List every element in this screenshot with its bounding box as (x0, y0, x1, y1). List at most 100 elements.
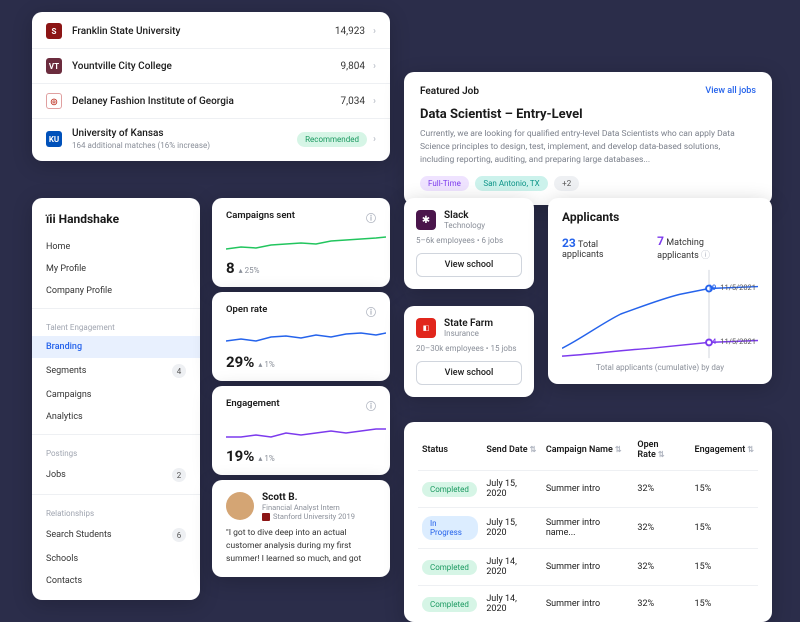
nav-group-label: Postings (32, 441, 200, 462)
sort-icon: ⇅ (615, 445, 622, 454)
cell-open: 32% (633, 549, 690, 586)
school-row[interactable]: KU University of Kansas 164 additional m… (32, 119, 390, 159)
info-icon[interactable]: ⓘ (701, 251, 710, 261)
view-all-jobs-link[interactable]: View all jobs (705, 86, 756, 97)
job-tag[interactable]: San Antonio, TX (475, 176, 547, 191)
school-row[interactable]: VT Yountville City College 9,804 › (32, 49, 390, 84)
col-campaign-name[interactable]: Campaign Name⇅ (542, 434, 634, 471)
nav-badge: 6 (172, 528, 186, 542)
school-row[interactable]: S Franklin State University 14,923 › (32, 14, 390, 49)
nav-schools[interactable]: Schools (32, 548, 200, 570)
school-logo: KU (46, 131, 62, 147)
stat-value: 29% (226, 353, 254, 371)
nav-my-profile[interactable]: My Profile (32, 258, 200, 280)
avatar (226, 492, 254, 520)
cell-date: July 14, 2020 (482, 549, 541, 586)
school-row[interactable]: ◎ Delaney Fashion Institute of Georgia 7… (32, 84, 390, 119)
featured-job-card: Featured Job View all jobs Data Scientis… (404, 72, 772, 205)
view-school-button[interactable]: View school (416, 253, 522, 277)
featured-label: Featured Job (420, 86, 479, 97)
cell-date: July 14, 2020 (482, 586, 541, 622)
table-row[interactable]: Completed July 14, 2020Summer intro32%15% (418, 549, 758, 586)
company-card-statefarm: ◧ State Farm Insurance 20–30k employees … (404, 306, 534, 397)
cell-date: July 15, 2020 (482, 508, 541, 549)
nav-group-label: Relationships (32, 501, 200, 522)
slack-logo: ✱ (416, 210, 436, 230)
matching-applicants-num: 7 (657, 234, 664, 248)
stat-engagement: Engagement ⓘ 19% 1% (212, 386, 390, 475)
company-meta: 5–6k employees • 6 jobs (416, 236, 522, 245)
stat-title: Campaigns sent (226, 210, 295, 225)
stat-title: Engagement (226, 398, 280, 413)
info-icon[interactable]: ⓘ (366, 210, 376, 225)
cell-eng: 15% (691, 549, 758, 586)
school-count: 7,034 (341, 96, 365, 107)
logo[interactable]: ïii Handshake (32, 212, 200, 236)
nav-company-profile[interactable]: Company Profile (32, 280, 200, 302)
stat-open-rate: Open rate ⓘ 29% 1% (212, 292, 390, 381)
stat-value: 8 (226, 259, 235, 277)
stat-title: Open rate (226, 304, 267, 319)
chevron-right-icon: › (373, 134, 376, 145)
job-description: Currently, we are looking for qualified … (420, 128, 756, 166)
status-badge: Completed (422, 560, 477, 575)
cell-name: Summer intro (542, 549, 634, 586)
job-title: Data Scientist – Entry-Level (420, 107, 756, 122)
testimonial-name: Scott B. (262, 492, 355, 503)
applicants-chart: 1911/5/2021 411/5/2021 (562, 269, 758, 359)
school-logo: S (46, 23, 62, 39)
school-name: Delaney Fashion Institute of Georgia (72, 96, 341, 107)
campaigns-table: Status Send Date⇅ Campaign Name⇅ Open Ra… (404, 422, 772, 622)
stat-delta: 1% (258, 360, 274, 369)
chevron-right-icon: › (373, 96, 376, 107)
nav-segments[interactable]: Segments 4 (32, 358, 200, 384)
nav-contacts[interactable]: Contacts (32, 570, 200, 592)
nav-home[interactable]: Home (32, 236, 200, 258)
company-category: Insurance (444, 329, 493, 338)
table-row[interactable]: CompletedJuly 15, 2020Summer intro32%15% (418, 471, 758, 508)
total-applicants-num: 23 (562, 236, 576, 250)
view-school-button[interactable]: View school (416, 361, 522, 385)
stat-value: 19% (226, 447, 254, 465)
info-icon[interactable]: ⓘ (366, 304, 376, 319)
cell-name: Summer intro name... (542, 508, 634, 549)
table-row[interactable]: CompletedJuly 14, 2020Summer intro32%15% (418, 586, 758, 622)
nav-branding[interactable]: Branding (32, 336, 200, 358)
status-badge: Completed (422, 597, 477, 612)
testimonial-school: Stanford University 2019 (262, 512, 355, 521)
cell-name: Summer intro (542, 471, 634, 508)
job-tag[interactable]: Full-Time (420, 176, 469, 191)
stat-delta: 1% (258, 454, 274, 463)
nav-jobs[interactable]: Jobs 2 (32, 462, 200, 488)
school-logo: VT (46, 58, 62, 74)
school-sub: 164 additional matches (16% increase) (72, 141, 297, 150)
applicants-title: Applicants (562, 210, 758, 224)
sort-icon: ⇅ (658, 450, 665, 459)
testimonial-card: Scott B. Financial Analyst Intern Stanfo… (212, 480, 390, 577)
table-row[interactable]: In ProgressJuly 15, 2020Summer intro nam… (418, 508, 758, 549)
school-name: University of Kansas (72, 128, 297, 139)
job-tag-more[interactable]: +2 (554, 176, 579, 191)
chart-xaxis-label: Total applicants (cumulative) by day (562, 363, 758, 372)
cell-name: Summer intro (542, 586, 634, 622)
col-engagement[interactable]: Engagement⇅ (691, 434, 758, 471)
cell-eng: 15% (691, 586, 758, 622)
nav-badge: 2 (172, 468, 186, 482)
matching-applicants-label: Matching applicants (657, 238, 704, 261)
statefarm-logo: ◧ (416, 318, 436, 338)
info-icon[interactable]: ⓘ (366, 398, 376, 413)
sort-icon: ⇅ (747, 445, 754, 454)
company-card-slack: ✱ Slack Technology 5–6k employees • 6 jo… (404, 198, 534, 289)
col-open-rate[interactable]: Open Rate⇅ (633, 434, 690, 471)
nav-search-students[interactable]: Search Students 6 (32, 522, 200, 548)
chart-point-label: 1911/5/2021 (708, 283, 756, 292)
stat-delta: 25% (239, 266, 260, 275)
nav-campaigns[interactable]: Campaigns (32, 384, 200, 406)
cell-open: 32% (633, 471, 690, 508)
company-meta: 20–30k employees • 15 jobs (416, 344, 522, 353)
nav-analytics[interactable]: Analytics (32, 406, 200, 428)
sparkline (226, 325, 386, 349)
col-status[interactable]: Status (418, 434, 482, 471)
sparkline (226, 231, 386, 255)
col-send-date[interactable]: Send Date⇅ (482, 434, 541, 471)
